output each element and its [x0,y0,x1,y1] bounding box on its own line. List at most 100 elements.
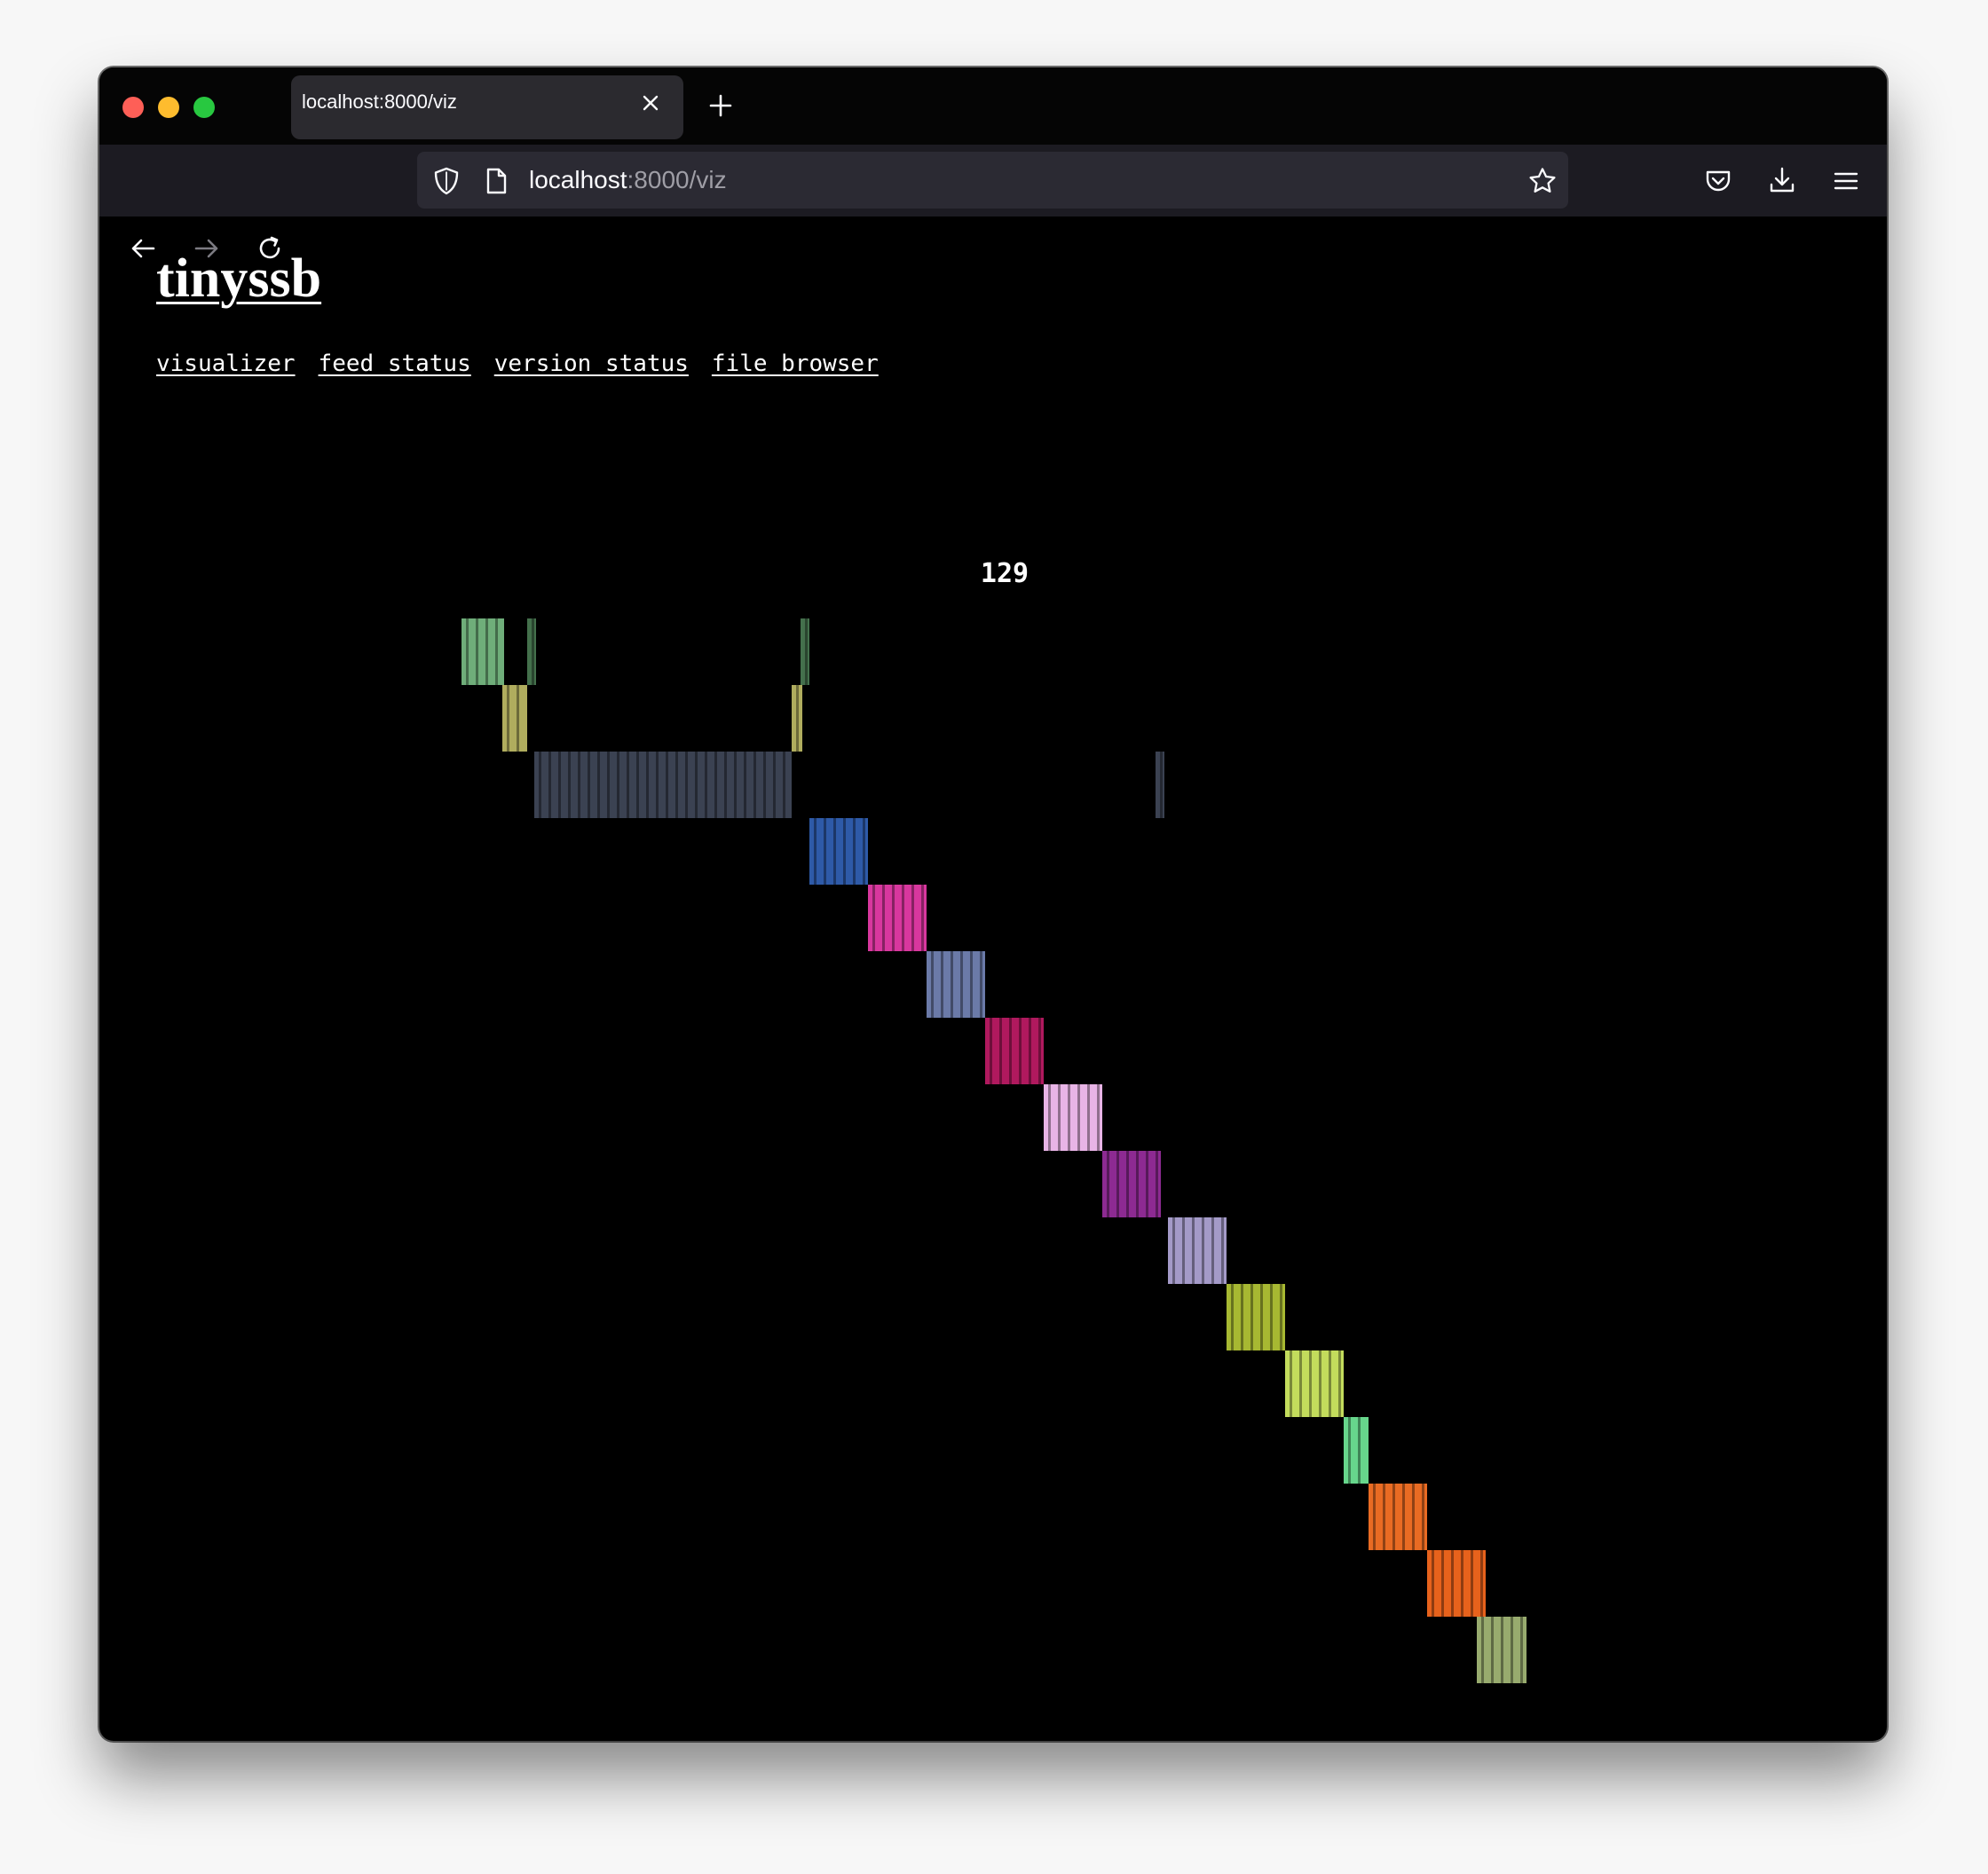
feed-block [809,818,868,885]
feed-block-stripe [1058,1084,1061,1151]
feed-block-stripe [1172,1217,1175,1284]
feed-block-stripe [1231,1284,1234,1350]
feed-block-stripe [911,885,914,951]
feed-block-stripe [1250,1284,1253,1350]
feed-block-stripe [1211,1217,1214,1284]
feed-block-stripe [1299,1350,1302,1417]
feed-block [801,618,809,685]
feed-block-stripe [1192,1217,1195,1284]
feed-block-stripe [1009,1018,1012,1084]
feed-block-stripe [1491,1617,1494,1683]
feed-block [1102,1151,1161,1217]
feed-block [527,618,536,685]
feed-block-stripe [1461,1550,1463,1617]
feed-block-stripe [796,685,799,752]
browser-window: localhost:8000/viz localhost:8000/viz ti… [99,67,1887,1741]
feed-block-fill [534,752,792,818]
feed-block-stripe [1348,1417,1351,1484]
feed-block-stripe [1402,1484,1405,1550]
feed-block-stripe [724,752,727,818]
feed-block-stripe [548,752,551,818]
feed-block-stripe [1501,1617,1503,1683]
feed-block-fill [1285,1350,1344,1417]
feed-block-stripe [1156,1151,1158,1217]
feed-block-stripe [1019,1018,1022,1084]
feed-block-stripe [882,885,885,951]
feed-block-stripe [863,818,865,885]
feed-block-fill [1344,1417,1369,1484]
feed-block-stripe [1520,1617,1523,1683]
feed-block-stripe [1383,1484,1385,1550]
feed-block-stripe [892,885,895,951]
feed-block-fill [1427,1550,1486,1617]
feed-block-stripe [902,885,904,951]
feed-block [1044,1084,1102,1151]
feed-block-stripe [1160,752,1163,818]
feed-block [1156,752,1164,818]
feed-block-stripe [1290,1350,1292,1417]
feed-block [985,1018,1044,1084]
feed-block-fill [1044,1084,1102,1151]
feed-block-stripe [568,752,571,818]
feed-block-stripe [532,618,534,685]
feed-block-stripe [578,752,580,818]
feed-block-fill [1168,1217,1227,1284]
feed-block-stripe [1048,1084,1051,1151]
feed-block [792,685,802,752]
feed-block [1477,1617,1526,1683]
feed-block-stripe [517,685,519,752]
feed-block-stripe [1511,1617,1513,1683]
feed-block-stripe [656,752,659,818]
feed-block-stripe [1481,1617,1484,1683]
feed-block-stripe [1338,1350,1341,1417]
feed-block [927,951,985,1018]
feed-block-stripe [999,1018,1002,1084]
feed-block-fill [502,685,527,752]
feed-block [462,618,504,685]
feed-block-stripe [805,618,808,685]
feed-block-stripe [695,752,698,818]
feed-block-stripe [853,818,856,885]
feed-block-stripe [734,752,737,818]
feed-block-stripe [666,752,668,818]
feed-block-stripe [1471,1550,1473,1617]
feed-block-stripe [814,818,816,885]
feed-block-stripe [990,1018,992,1084]
feed-block-stripe [1373,1484,1376,1550]
feed-block-stripe [824,818,826,885]
feed-block-stripe [960,951,963,1018]
feed-block-stripe [1480,1550,1483,1617]
feed-block-stripe [1422,1484,1424,1550]
feed-block-stripe [617,752,619,818]
feed-block-stripe [744,752,746,818]
feed-block-stripe [588,752,590,818]
feed-block-stripe [597,752,600,818]
feed-block-stripe [705,752,707,818]
feed-block [1168,1217,1227,1284]
feed-block-stripe [1202,1217,1204,1284]
feed-block [502,685,527,752]
feed-block-stripe [1116,1151,1119,1217]
feed-block-stripe [951,951,953,1018]
feed-block-stripe [675,752,678,818]
feed-block-fill [1369,1484,1427,1550]
feed-block [1427,1550,1486,1617]
feed-block-fill [927,951,985,1018]
feed-block-stripe [941,951,943,1018]
feed-block-stripe [1097,1084,1100,1151]
feed-block-stripe [646,752,649,818]
feed-block-stripe [1077,1084,1080,1151]
feed-block-stripe [1412,1484,1415,1550]
feed-block-stripe [1392,1484,1395,1550]
feed-block-stripe [1270,1284,1273,1350]
feed-block-stripe [1432,1550,1434,1617]
feed-block-fill [985,1018,1044,1084]
feed-block-stripe [753,752,756,818]
feed-block-stripe [607,752,610,818]
feed-block-stripe [627,752,629,818]
feed-block-stripe [1107,1151,1109,1217]
feed-block-stripe [636,752,639,818]
feed-block [534,752,792,818]
feed-block-stripe [1451,1550,1454,1617]
feed-block-stripe [1068,1084,1070,1151]
